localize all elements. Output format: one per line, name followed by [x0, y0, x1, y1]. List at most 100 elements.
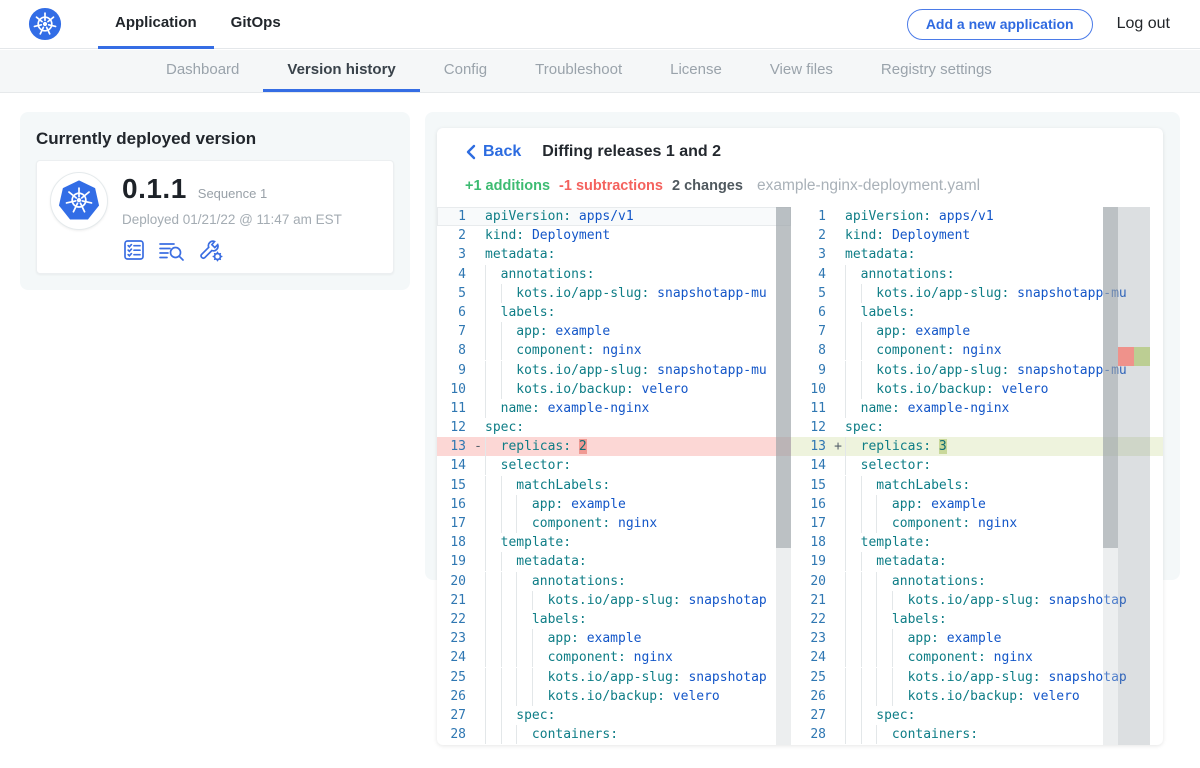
indent-guide: [845, 265, 861, 284]
nav-item-gitops[interactable]: GitOps: [214, 0, 298, 49]
line-number: 15: [437, 476, 471, 495]
tab-config[interactable]: Config: [420, 50, 511, 92]
indent-guide: [892, 591, 908, 610]
diff-header: Back Diffing releases 1 and 2: [465, 143, 721, 161]
nav-item-application[interactable]: Application: [98, 0, 214, 49]
indent-guide: [861, 476, 877, 495]
indent-guide: [845, 552, 861, 571]
diff-marker-empty: [831, 456, 845, 475]
line-number: 8: [791, 341, 831, 360]
tab-dashboard[interactable]: Dashboard: [142, 50, 263, 92]
tab-version-history[interactable]: Version history: [263, 50, 419, 92]
indent-guide: [485, 572, 501, 591]
line-number: 18: [437, 533, 471, 552]
indent-guide: [501, 476, 517, 495]
logout-link[interactable]: Log out: [1117, 15, 1170, 33]
tab-troubleshoot[interactable]: Troubleshoot: [511, 50, 646, 92]
code-text: component: nginx: [485, 341, 791, 360]
indent-guide: [516, 687, 532, 706]
line-number: 22: [791, 610, 831, 629]
code-line-13: 13-replicas: 2: [437, 437, 791, 456]
code-line-16: 16app: example: [437, 495, 791, 514]
indent-guide: [501, 322, 517, 341]
line-number: 19: [437, 552, 471, 571]
indent-guide: [501, 687, 517, 706]
indent-guide: [485, 380, 501, 399]
diff-marker-empty: [831, 514, 845, 533]
line-number: 4: [791, 265, 831, 284]
indent-guide: [485, 341, 501, 360]
line-number: 11: [791, 399, 831, 418]
line-number: 25: [791, 668, 831, 687]
indent-guide: [485, 533, 501, 552]
diff-marker-empty: [831, 591, 845, 610]
indent-guide: [485, 725, 501, 744]
line-number: 12: [791, 418, 831, 437]
indent-guide: [485, 265, 501, 284]
code-line-12: 12spec:: [437, 418, 791, 437]
indent-guide: [892, 687, 908, 706]
indent-guide: [861, 648, 877, 667]
indent-guide: [861, 629, 877, 648]
indent-guide: [845, 591, 861, 610]
indent-guide: [861, 361, 877, 380]
diff-pane-original[interactable]: 1apiVersion: apps/v12kind: Deployment3me…: [437, 207, 791, 745]
code-line-26: 26kots.io/backup: velero: [437, 687, 791, 706]
line-number: 8: [437, 341, 471, 360]
code-line-28: 28containers:: [437, 725, 791, 744]
diff-marker-empty: [471, 456, 485, 475]
indent-guide: [501, 495, 517, 514]
left-scrollbar-thumb[interactable]: [776, 207, 791, 548]
kubernetes-app-icon: [51, 173, 107, 229]
indent-guide: [532, 687, 548, 706]
tab-view-files[interactable]: View files: [746, 50, 857, 92]
line-number: 15: [791, 476, 831, 495]
diff-marker-empty: [471, 418, 485, 437]
line-number: 13: [437, 437, 471, 456]
code-line-8: 8 component: nginx: [437, 341, 791, 360]
code-line-19: 19metadata:: [437, 552, 791, 571]
indent-guide: [501, 591, 517, 610]
indent-guide: [845, 361, 861, 380]
indent-guide: [845, 456, 861, 475]
tab-registry-settings[interactable]: Registry settings: [857, 50, 1016, 92]
line-number: 28: [437, 725, 471, 744]
line-number: 14: [437, 456, 471, 475]
line-number: 20: [437, 572, 471, 591]
diff-editor: 1apiVersion: apps/v12kind: Deployment3me…: [437, 207, 1163, 745]
code-text: kots.io/backup: velero: [485, 687, 791, 706]
line-number: 2: [437, 226, 471, 245]
kubernetes-logo-icon[interactable]: [28, 7, 62, 41]
checklist-icon[interactable]: [122, 238, 146, 262]
diff-marker-empty: [471, 706, 485, 725]
indent-guide: [845, 648, 861, 667]
diff-marker-empty: [831, 284, 845, 303]
diff-marker-empty: [471, 476, 485, 495]
add-application-button[interactable]: Add a new application: [907, 9, 1093, 40]
left-scrollbar[interactable]: [776, 207, 791, 745]
code-text: template:: [485, 533, 791, 552]
indent-guide: [845, 284, 861, 303]
logs-search-icon[interactable]: [157, 238, 186, 262]
tab-license[interactable]: License: [646, 50, 746, 92]
indent-guide: [501, 284, 517, 303]
diff-marker-empty: [831, 399, 845, 418]
right-scrollbar-thumb[interactable]: [1103, 207, 1118, 548]
diff-overview-ruler[interactable]: [1118, 207, 1150, 745]
diff-marker-empty: [471, 399, 485, 418]
indent-guide: [516, 591, 532, 610]
deployed-version-meta: 0.1.1 Sequence 1 Deployed 01/21/22 @ 11:…: [122, 173, 342, 261]
line-number: 3: [437, 245, 471, 264]
code-line-21: 21kots.io/app-slug: snapshotap: [437, 591, 791, 610]
right-scrollbar[interactable]: [1103, 207, 1118, 745]
code-text: metadata:: [485, 245, 791, 264]
code-line-2: 2kind: Deployment: [437, 226, 791, 245]
diff-pane-modified[interactable]: 1apiVersion: apps/v12kind: Deployment3me…: [791, 207, 1163, 745]
diff-marker-empty: [471, 591, 485, 610]
wrench-gear-icon[interactable]: [197, 238, 224, 262]
code-text: spec:: [485, 706, 791, 725]
back-button[interactable]: Back: [465, 143, 521, 161]
indent-guide: [861, 725, 877, 744]
indent-guide: [876, 514, 892, 533]
diff-marker-empty: [831, 725, 845, 744]
